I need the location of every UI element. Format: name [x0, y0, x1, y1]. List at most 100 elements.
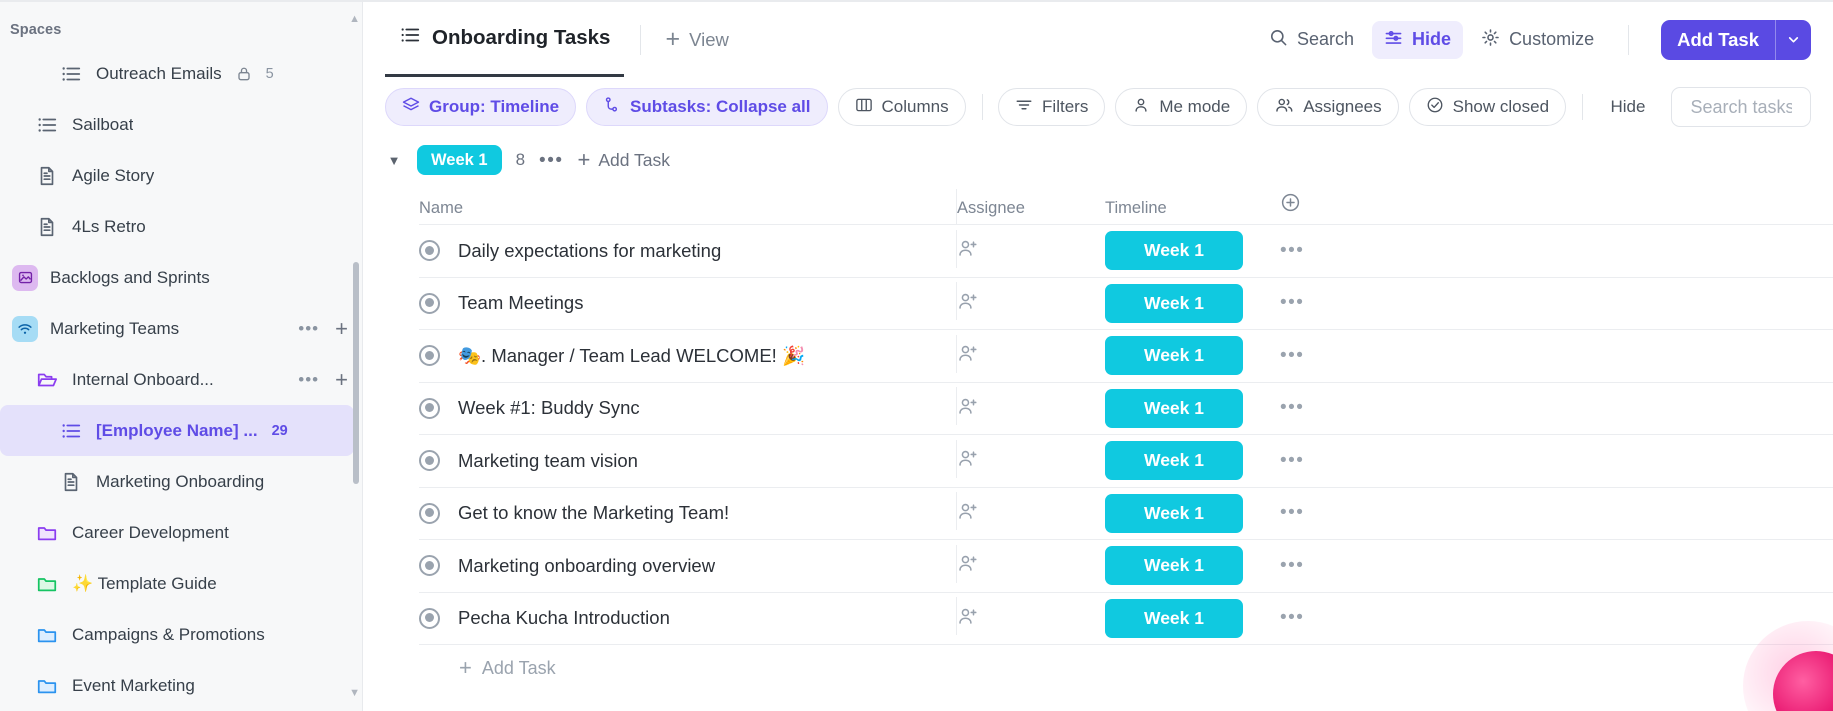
task-name-cell[interactable]: 🎭. Manager / Team Lead WELCOME! 🎉	[419, 334, 957, 373]
task-status-icon[interactable]	[419, 555, 440, 577]
task-assignee-cell[interactable]	[957, 552, 1105, 579]
chevron-down-icon[interactable]	[1776, 20, 1811, 60]
column-header-assignee[interactable]: Assignee	[957, 199, 1105, 218]
add-view-button[interactable]: + View	[657, 27, 736, 52]
timeline-badge[interactable]: Week 1	[1105, 283, 1243, 323]
sidebar-item-event-marketing[interactable]: Event Marketing	[0, 660, 362, 711]
search-button[interactable]: Search	[1257, 21, 1366, 59]
task-timeline-cell[interactable]: Week 1	[1105, 231, 1280, 271]
table-row[interactable]: 🎭. Manager / Team Lead WELCOME! 🎉 Week 1 •…	[419, 330, 1833, 383]
sidebar-item-4ls-retro[interactable]: 4Ls Retro	[0, 201, 362, 252]
timeline-badge[interactable]: Week 1	[1105, 598, 1243, 638]
sidebar-item-career-development[interactable]: Career Development	[0, 507, 362, 558]
task-row-more-icon[interactable]: •••	[1280, 345, 1340, 367]
table-row[interactable]: Daily expectations for marketing Week 1 ••…	[419, 225, 1833, 278]
task-assignee-cell[interactable]	[957, 605, 1105, 632]
table-row[interactable]: Team Meetings Week 1 •••	[419, 278, 1833, 330]
task-assignee-cell[interactable]	[957, 447, 1105, 474]
task-status-icon[interactable]	[419, 397, 440, 419]
sidebar-scrollbar[interactable]	[353, 262, 359, 484]
sidebar-item-campaigns-promotions[interactable]: Campaigns & Promotions	[0, 609, 362, 660]
task-assignee-cell[interactable]	[957, 342, 1105, 369]
task-timeline-cell[interactable]: Week 1	[1105, 388, 1280, 428]
add-column-button[interactable]	[1280, 192, 1340, 218]
subtasks-chip[interactable]: Subtasks: Collapse all	[586, 88, 828, 126]
task-row-more-icon[interactable]: •••	[1280, 292, 1340, 314]
sidebar-scroll-down-arrow[interactable]: ▼	[349, 688, 360, 699]
task-timeline-cell[interactable]: Week 1	[1105, 598, 1280, 638]
task-timeline-cell[interactable]: Week 1	[1105, 546, 1280, 586]
task-status-icon[interactable]	[419, 345, 440, 367]
sidebar-item-template-guide[interactable]: ✨ Template Guide	[0, 558, 362, 609]
sidebar-scroll-up-arrow[interactable]: ▲	[349, 14, 360, 25]
table-row[interactable]: Marketing team vision Week 1 •••	[419, 435, 1833, 488]
group-add-task-button[interactable]: + Add Task	[578, 149, 671, 171]
task-name-cell[interactable]: Marketing team vision	[419, 439, 957, 478]
table-row[interactable]: Get to know the Marketing Team! Week 1 •••	[419, 488, 1833, 540]
add-assignee-icon[interactable]	[957, 395, 979, 422]
task-name-cell[interactable]: Pecha Kucha Introduction	[419, 597, 957, 636]
add-task-button[interactable]: Add Task	[1661, 20, 1775, 60]
sidebar-item-add-icon[interactable]: +	[335, 317, 348, 340]
sidebar-item-marketing-teams[interactable]: Marketing Teams ••• +	[0, 303, 362, 354]
sidebar-item-marketing-onboarding[interactable]: Marketing Onboarding	[0, 456, 362, 507]
hide-button[interactable]: Hide	[1372, 20, 1464, 59]
table-row[interactable]: Week #1: Buddy Sync Week 1 •••	[419, 383, 1833, 435]
task-name-cell[interactable]: Get to know the Marketing Team!	[419, 492, 957, 531]
task-row-more-icon[interactable]: •••	[1280, 240, 1340, 262]
task-row-more-icon[interactable]: •••	[1280, 397, 1340, 419]
filters-chip[interactable]: Filters	[998, 88, 1106, 126]
sidebar-item-internal-onboard[interactable]: Internal Onboard... ••• +	[0, 354, 362, 405]
customize-button[interactable]: Customize	[1469, 21, 1606, 59]
task-timeline-cell[interactable]: Week 1	[1105, 493, 1280, 533]
table-row[interactable]: Pecha Kucha Introduction Week 1 •••	[419, 593, 1833, 645]
sidebar-item-sailboat[interactable]: Sailboat	[0, 99, 362, 150]
task-row-more-icon[interactable]: •••	[1280, 450, 1340, 472]
task-status-icon[interactable]	[419, 240, 440, 262]
search-tasks-input[interactable]	[1688, 95, 1795, 119]
sidebar-item-backlogs-and-sprints[interactable]: Backlogs and Sprints	[0, 252, 362, 303]
add-assignee-icon[interactable]	[957, 500, 979, 527]
sidebar-item-more-icon[interactable]: •••	[298, 320, 319, 337]
toolbar-hide-button[interactable]: Hide	[1598, 97, 1657, 117]
group-collapse-caret-icon[interactable]: ▼	[385, 154, 403, 167]
add-assignee-icon[interactable]	[957, 447, 979, 474]
tab-onboarding-tasks[interactable]: Onboarding Tasks	[385, 2, 625, 77]
add-assignee-icon[interactable]	[957, 290, 979, 317]
sidebar-item-add-icon[interactable]: +	[335, 368, 348, 391]
column-header-name[interactable]: Name	[419, 189, 957, 224]
task-assignee-cell[interactable]	[957, 290, 1105, 317]
task-status-icon[interactable]	[419, 607, 440, 629]
group-more-menu-icon[interactable]: •••	[539, 151, 563, 170]
task-name-cell[interactable]: Daily expectations for marketing	[419, 229, 957, 268]
task-status-icon[interactable]	[419, 502, 440, 524]
add-assignee-icon[interactable]	[957, 552, 979, 579]
timeline-badge[interactable]: Week 1	[1105, 546, 1243, 586]
add-assignee-icon[interactable]	[957, 342, 979, 369]
task-row-more-icon[interactable]: •••	[1280, 555, 1340, 577]
task-status-icon[interactable]	[419, 292, 440, 314]
task-assignee-cell[interactable]	[957, 395, 1105, 422]
add-task-button-group[interactable]: Add Task	[1661, 19, 1811, 60]
task-assignee-cell[interactable]	[957, 500, 1105, 527]
task-assignee-cell[interactable]	[957, 237, 1105, 264]
task-row-more-icon[interactable]: •••	[1280, 502, 1340, 524]
timeline-badge[interactable]: Week 1	[1105, 231, 1243, 271]
table-row[interactable]: Marketing onboarding overview Week 1 •••	[419, 540, 1833, 593]
task-name-cell[interactable]: Marketing onboarding overview	[419, 544, 957, 583]
sidebar-item-outreach-emails[interactable]: Outreach Emails 5	[0, 48, 362, 99]
task-status-icon[interactable]	[419, 450, 440, 472]
timeline-badge[interactable]: Week 1	[1105, 493, 1243, 533]
task-timeline-cell[interactable]: Week 1	[1105, 441, 1280, 481]
task-timeline-cell[interactable]: Week 1	[1105, 336, 1280, 376]
group-chip[interactable]: Group: Timeline	[385, 88, 577, 126]
sidebar-item-employee-name[interactable]: [Employee Name] ... 29	[0, 405, 354, 456]
column-header-timeline[interactable]: Timeline	[1105, 199, 1280, 218]
add-assignee-icon[interactable]	[957, 237, 979, 264]
group-status-badge[interactable]: Week 1	[417, 144, 502, 176]
show-closed-chip[interactable]: Show closed	[1408, 88, 1567, 126]
timeline-badge[interactable]: Week 1	[1105, 441, 1243, 481]
footer-add-task-button[interactable]: + Add Task	[419, 645, 1833, 691]
timeline-badge[interactable]: Week 1	[1105, 336, 1243, 376]
search-tasks-box[interactable]	[1671, 87, 1812, 127]
